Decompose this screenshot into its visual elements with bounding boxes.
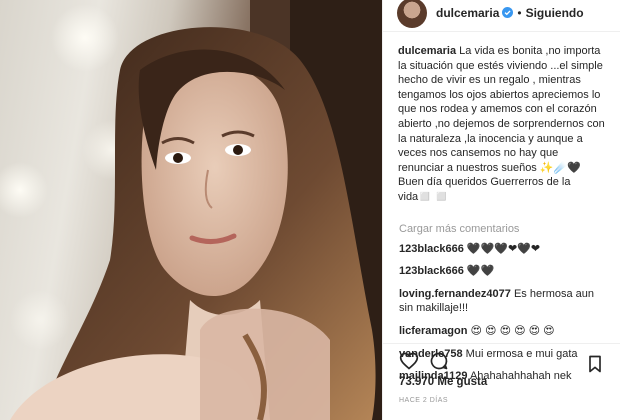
header-separator: • (517, 5, 522, 20)
comment-text: 🖤🖤🖤❤🖤❤ (466, 242, 541, 255)
post-sidebar: dulcemaria • Siguiendo dulcemaria La vid… (382, 0, 620, 420)
post-photo[interactable] (0, 0, 382, 420)
comment-item: 123black666 🖤🖤🖤❤🖤❤ (399, 242, 607, 257)
comment-username[interactable]: 123black666 (399, 243, 464, 255)
post-header: dulcemaria • Siguiendo (383, 0, 620, 32)
bookmark-icon[interactable] (585, 354, 605, 374)
action-bar (383, 343, 620, 373)
comment-item: licferamagon 😍 😍 😍 😍 😍 😍 (399, 324, 607, 339)
comment-username[interactable]: licferamagon (399, 325, 467, 337)
comments-list: dulcemaria La vida es bonita ,no importa… (383, 44, 620, 384)
caption-text: La vida es bonita ,no importa la situaci… (398, 45, 605, 203)
portrait-illustration (0, 0, 382, 420)
post-timestamp: HACE 2 DÍAS (399, 397, 449, 404)
comment-item: 123black666 🖤🖤 (399, 264, 607, 279)
comment-username[interactable]: loving.fernandez4077 (399, 288, 511, 300)
post-caption: dulcemaria La vida es bonita ,no importa… (398, 44, 607, 205)
heart-icon[interactable] (399, 351, 419, 371)
likes-count[interactable]: 73.970 Me gusta (399, 376, 487, 388)
following-button[interactable]: Siguiendo (526, 6, 584, 20)
comment-item: loving.fernandez4077 Es hermosa aun sin … (399, 287, 607, 316)
comment-text: 😍 😍 😍 😍 😍 😍 (470, 324, 555, 337)
caption-username[interactable]: dulcemaria (398, 45, 456, 57)
instagram-post: dulcemaria • Siguiendo dulcemaria La vid… (0, 0, 620, 420)
comment-text: 🖤🖤 (466, 265, 495, 278)
comment-icon[interactable] (429, 351, 449, 371)
avatar[interactable] (397, 0, 427, 28)
load-more-comments[interactable]: Cargar más comentarios (399, 223, 607, 235)
header-username[interactable]: dulcemaria (436, 6, 514, 20)
verified-icon (502, 6, 514, 18)
comment-username[interactable]: 123black666 (399, 265, 464, 277)
